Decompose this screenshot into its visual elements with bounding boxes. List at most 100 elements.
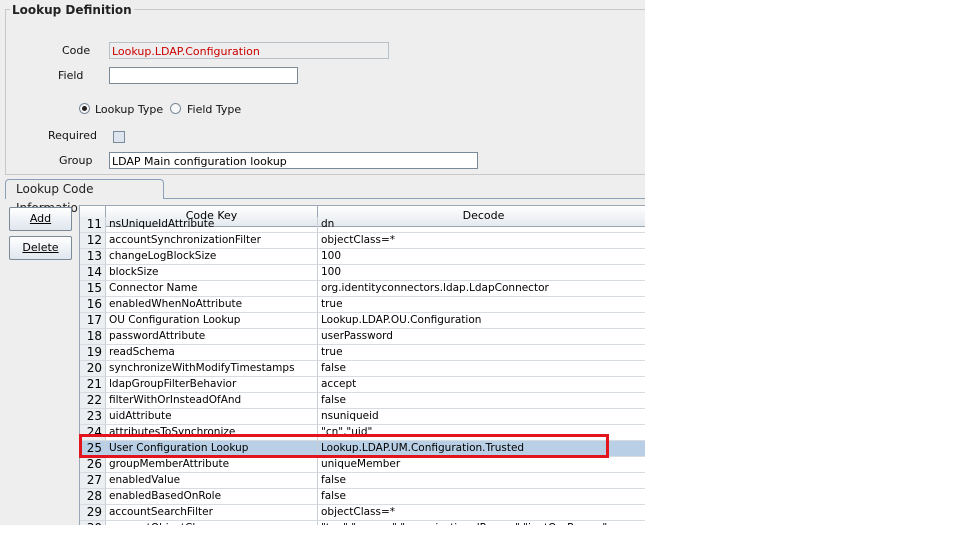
code-key-cell[interactable]: passwordAttribute [106,329,318,345]
row-number: 17 [80,313,106,329]
decode-cell[interactable]: org.identityconnectors.ldap.LdapConnecto… [318,281,645,297]
row-number: 15 [80,281,106,297]
table-row[interactable]: 23 uidAttribute nsuniqueid [80,409,645,425]
row-number: 13 [80,249,106,265]
row-number: 18 [80,329,106,345]
code-key-cell[interactable]: groupMemberAttribute [106,457,318,473]
lookup-code-table[interactable]: Code Key Decode 11 nsUniqueIdAttribute dn 1… [79,205,645,525]
row-number: 19 [80,345,106,361]
table-row[interactable]: 24 attributesToSynchronize "cn","uid" [80,425,645,441]
row-number: 22 [80,393,106,409]
row-number: 25 [80,441,106,457]
decode-cell[interactable]: false [318,473,645,489]
table-row[interactable]: 29 accountSearchFilter objectClass=* [80,505,645,521]
code-key-cell[interactable]: changeLogBlockSize [106,249,318,265]
row-number: 24 [80,425,106,441]
row-number: 27 [80,473,106,489]
lookup-definition-panel [5,9,645,175]
code-key-cell[interactable]: filterWithOrInsteadOfAnd [106,393,318,409]
delete-button-label: Delete [22,241,59,254]
section-title: Lookup Definition [10,3,134,17]
decode-cell[interactable]: nsuniqueid [318,409,645,425]
row-number: 29 [80,505,106,521]
code-key-cell[interactable]: enabledWhenNoAttribute [106,297,318,313]
required-label: Required [48,129,97,142]
code-key-cell[interactable]: accountSearchFilter [106,505,318,521]
add-button[interactable]: Add [9,207,72,231]
group-field[interactable]: LDAP Main configuration lookup [109,152,478,169]
row-number: 23 [80,409,106,425]
table-row[interactable]: 18 passwordAttribute userPassword [80,329,645,345]
required-checkbox[interactable] [113,131,125,143]
code-key-cell[interactable]: attributesToSynchronize [106,425,318,441]
row-number: 12 [80,233,106,249]
field-type-radio[interactable] [170,103,181,114]
decode-cell[interactable]: "top","person","organizationalPerson","i… [318,521,645,525]
table-row[interactable]: 12 accountSynchronizationFilter objectClas… [80,233,645,249]
decode-cell[interactable]: true [318,297,645,313]
decode-cell[interactable]: userPassword [318,329,645,345]
row-number: 14 [80,265,106,281]
table-row[interactable]: 30accountObjectClasses"top","person","or… [80,521,645,525]
decode-cell[interactable]: dn [318,217,645,233]
decode-cell[interactable]: "cn","uid" [318,425,645,441]
decode-cell[interactable]: false [318,489,645,505]
decode-cell[interactable]: false [318,361,645,377]
row-number: 28 [80,489,106,505]
table-row[interactable]: 25 User Configuration Lookup Lookup.LDAP.U… [80,441,645,457]
add-button-label: Add [29,212,52,225]
row-number: 21 [80,377,106,393]
table-row[interactable]: 28 enabledBasedOnRole false [80,489,645,505]
row-number: 16 [80,297,106,313]
code-key-cell[interactable]: nsUniqueIdAttribute [106,217,318,233]
decode-cell[interactable]: true [318,345,645,361]
decode-cell[interactable]: 100 [318,265,645,281]
table-row[interactable]: 15 Connector Name org.identityconnectors.l… [80,281,645,297]
code-key-cell[interactable]: blockSize [106,265,318,281]
row-number: 30 [80,521,106,525]
code-key-cell[interactable]: accountObjectClasses [106,521,318,525]
lookup-definition-window: Lookup Definition Code Lookup.LDAP.Confi… [0,0,645,525]
code-key-cell[interactable]: User Configuration Lookup [106,441,318,457]
decode-cell[interactable]: false [318,393,645,409]
code-key-cell[interactable]: OU Configuration Lookup [106,313,318,329]
table-row[interactable]: 21 ldapGroupFilterBehavior accept [80,377,645,393]
code-key-cell[interactable]: uidAttribute [106,409,318,425]
field-type-label: Field Type [187,103,242,116]
decode-cell[interactable]: objectClass=* [318,233,645,249]
code-key-cell[interactable]: synchronizeWithModifyTimestamps [106,361,318,377]
table-row[interactable]: 11 nsUniqueIdAttribute dn [80,217,645,233]
table-row[interactable]: 13 changeLogBlockSize 100 [80,249,645,265]
code-key-cell[interactable]: readSchema [106,345,318,361]
field-input[interactable] [109,67,298,84]
table-row[interactable]: 19 readSchema true [80,345,645,361]
code-key-cell[interactable]: enabledValue [106,473,318,489]
decode-cell[interactable]: Lookup.LDAP.OU.Configuration [318,313,645,329]
lookup-type-radio[interactable] [79,103,90,114]
table-row[interactable]: 14 blockSize 100 [80,265,645,281]
decode-cell[interactable]: uniqueMember [318,457,645,473]
delete-button[interactable]: Delete [9,236,72,260]
code-key-cell[interactable]: enabledBasedOnRole [106,489,318,505]
decode-cell[interactable]: 100 [318,249,645,265]
table-row[interactable]: 17 OU Configuration Lookup Lookup.LDAP.OU.… [80,313,645,329]
code-key-cell[interactable]: ldapGroupFilterBehavior [106,377,318,393]
table-row[interactable]: 27 enabledValue false [80,473,645,489]
lookup-type-label: Lookup Type [95,103,164,116]
row-number: 20 [80,361,106,377]
table-row[interactable]: 16 enabledWhenNoAttribute true [80,297,645,313]
decode-cell[interactable]: objectClass=* [318,505,645,521]
table-row[interactable]: 26 groupMemberAttribute uniqueMember [80,457,645,473]
table-row[interactable]: 20 synchronizeWithModifyTimestamps false [80,361,645,377]
code-field: Lookup.LDAP.Configuration [109,42,389,59]
group-label: Group [59,154,93,167]
code-label: Code [62,44,91,57]
code-key-cell[interactable]: accountSynchronizationFilter [106,233,318,249]
code-key-cell[interactable]: Connector Name [106,281,318,297]
tab-lookup-code-information[interactable]: Lookup Code Information [5,179,164,215]
row-number: 11 [80,217,106,233]
decode-cell[interactable]: accept [318,377,645,393]
row-number: 26 [80,457,106,473]
decode-cell[interactable]: Lookup.LDAP.UM.Configuration.Trusted [318,441,645,457]
table-row[interactable]: 22 filterWithOrInsteadOfAnd false [80,393,645,409]
